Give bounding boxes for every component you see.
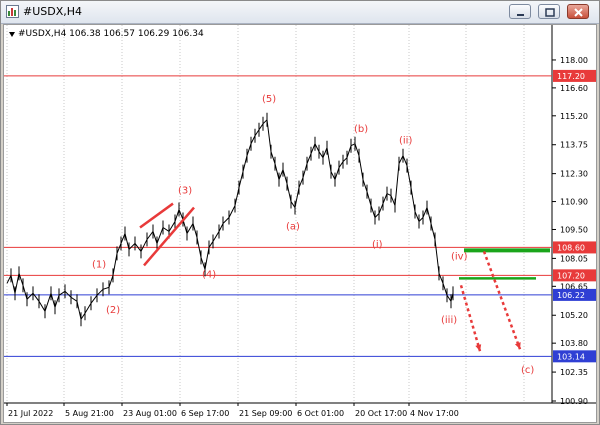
price-series-line [6,118,454,321]
wave-label: (b) [354,124,368,135]
price-chart[interactable]: 118.00 116.60 115.20 113.75 112.30 110.90 109.… [3,24,597,423]
price-tick-label: 105.20 [560,311,588,320]
price-tick-label: 115.20 [560,112,588,121]
projection-arrow-long [482,250,522,350]
price-tick-label: 118.00 [560,56,588,65]
time-tick-label: 5 Aug 21:00 [65,409,114,418]
terminal-window: #USDX,H4 118.00 116.60 115.20 113.75 112.30 1… [0,0,600,425]
price-tick-label: 103.80 [560,339,588,348]
wave-label: (ii) [399,136,412,147]
symbol-menu-icon[interactable] [9,32,15,37]
time-tick-label: 6 Oct 01:00 [297,409,344,418]
time-tick-label: 4 Nov 17:00 [410,409,459,418]
level-price-label: 117.20 [557,72,585,81]
price-tick-label: 109.50 [560,225,588,234]
time-tick-label: 6 Sep 17:00 [181,409,229,418]
wave-label: (2) [106,305,120,316]
time-tick-label: 23 Aug 01:00 [123,409,177,418]
wave-label: (3) [178,186,192,197]
wedge-upper-line [139,202,174,229]
wave-label: (5) [262,94,276,105]
price-tick-label: 110.90 [560,198,588,207]
time-tick-label: 20 Oct 17:00 [355,409,407,418]
level-price-label: 107.20 [557,271,585,280]
price-tick-label: 116.60 [560,84,588,93]
symbol-info: #USDX,H4 106.38 106.57 106.29 106.34 [18,29,204,39]
minimize-button[interactable] [509,4,531,19]
minimize-icon [517,14,524,16]
wave-label: (iii) [441,315,457,326]
price-tick-label: 108.05 [560,254,588,263]
close-icon [574,8,583,17]
chart-window-icon [6,5,19,18]
price-tick-label: 102.35 [560,368,588,377]
price-tick-label: 113.75 [560,141,588,150]
wave-label: (a) [286,221,300,232]
close-button[interactable] [567,4,589,19]
wave-label: (1) [92,259,106,270]
price-tick-label: 100.90 [560,397,588,406]
level-price-label: 108.60 [557,243,585,252]
chart-canvas[interactable]: 118.00 116.60 115.20 113.75 112.30 110.90 109.… [4,25,596,422]
level-price-label: 106.22 [557,291,585,300]
wave-label: (c) [521,365,534,376]
price-tick-label: 112.30 [560,170,588,179]
level-price-label: 103.14 [557,352,585,361]
window-title: #USDX,H4 [23,5,83,18]
time-tick-label: 21 Jul 2022 [8,409,53,418]
maximize-icon [545,8,555,17]
title-bar[interactable]: #USDX,H4 [1,1,599,24]
wave-label: (i) [372,239,383,250]
maximize-button[interactable] [538,4,560,19]
time-tick-label: 21 Sep 09:00 [239,409,292,418]
wave-label: (4) [202,269,216,280]
wave-label: (iv) [451,251,468,262]
